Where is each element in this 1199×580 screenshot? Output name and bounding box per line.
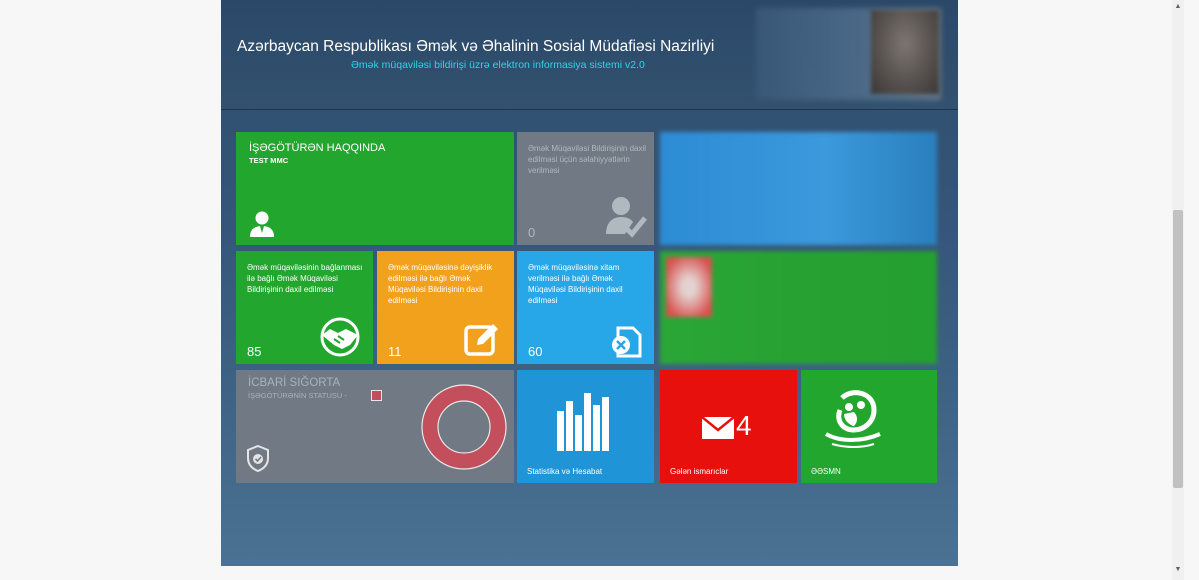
contract-conclusion-tile[interactable]: Əmək müqaviləsinin bağlanması ilə bağlı … <box>236 251 373 364</box>
contract-termination-tile[interactable]: Əmək müqaviləsinə xitam verilməsi ilə ba… <box>517 251 654 364</box>
document-cancel-icon <box>612 326 642 358</box>
blurred-info-tile[interactable] <box>660 132 937 245</box>
contract-termination-label: Əmək müqaviləsinə xitam verilməsi ilə ba… <box>528 263 623 305</box>
contract-conclusion-label: Əmək müqaviləsinin bağlanması ilə bağlı … <box>247 263 363 294</box>
statistics-tile[interactable]: Statistika və Hesabat <box>517 370 654 483</box>
edit-icon <box>464 324 498 356</box>
employer-company-name: TEST MMC <box>249 156 289 165</box>
handshake-icon <box>320 317 360 357</box>
employee-icon <box>250 211 274 237</box>
page-subtitle: Əmək müqaviləsi bildirişi üzrə elektron … <box>351 59 645 71</box>
contract-termination-count: 60 <box>528 344 543 359</box>
statistics-label: Statistika və Hesabat <box>527 467 603 476</box>
status-donut-chart <box>421 384 507 470</box>
scroll-down-arrow-icon[interactable]: ▼ <box>1173 566 1183 576</box>
authority-tile[interactable]: Əmək Müqaviləsi Bildirişinin daxil edilm… <box>517 132 654 245</box>
scrollbar-thumb[interactable] <box>1173 210 1183 488</box>
contract-change-tile[interactable]: Əmək müqaviləsinə dəyişiklik edilməsi il… <box>377 251 514 364</box>
shield-icon <box>247 444 269 472</box>
page-header: Azərbaycan Respublikası Əmək və Əhalinin… <box>221 0 958 110</box>
insurance-title: İCBARİ SIĞORTA <box>248 377 341 389</box>
messages-label: Gələn ismarıclar <box>670 467 729 476</box>
app-panel: Azərbaycan Respublikası Əmək və Əhalinin… <box>221 0 958 566</box>
contract-conclusion-count: 85 <box>247 344 262 359</box>
employer-info-tile[interactable]: İŞƏGÖTÜRƏN HAQQINDA TEST MMC <box>236 132 514 245</box>
insurance-tile[interactable]: İCBARİ SIĞORTA İŞƏGÖTÜRƏNİN STATUSU - <box>236 370 514 483</box>
messages-count: 4 <box>736 410 752 441</box>
messages-tile[interactable]: 4 Gələn ismarıclar <box>660 370 797 483</box>
contract-change-label: Əmək müqaviləsinə dəyişiklik edilməsi il… <box>388 263 493 305</box>
page-title: Azərbaycan Respublikası Əmək və Əhalinin… <box>237 38 715 55</box>
bar-chart-icon <box>557 393 609 451</box>
status-indicator <box>371 390 382 401</box>
user-check-icon <box>606 197 647 238</box>
blurred-profile-tile[interactable] <box>660 251 937 364</box>
user-avatar[interactable] <box>871 10 939 94</box>
blurred-profile-photo <box>666 257 712 317</box>
authority-tile-label: Əmək Müqaviləsi Bildirişinin daxil edilm… <box>528 144 647 175</box>
esmn-label: ƏƏSMN <box>811 467 841 476</box>
esmn-tile[interactable]: ƏƏSMN <box>801 370 937 483</box>
insurance-status-label: İŞƏGÖTÜRƏNİN STATUSU - <box>248 391 347 400</box>
scroll-up-arrow-icon[interactable]: ▲ <box>1173 3 1183 13</box>
contract-change-count: 11 <box>388 344 402 359</box>
mail-icon <box>702 417 734 439</box>
authority-count: 0 <box>528 225 536 240</box>
family-logo-icon <box>825 390 881 448</box>
employer-tile-title: İŞƏGÖTÜRƏN HAQQINDA <box>249 142 386 154</box>
